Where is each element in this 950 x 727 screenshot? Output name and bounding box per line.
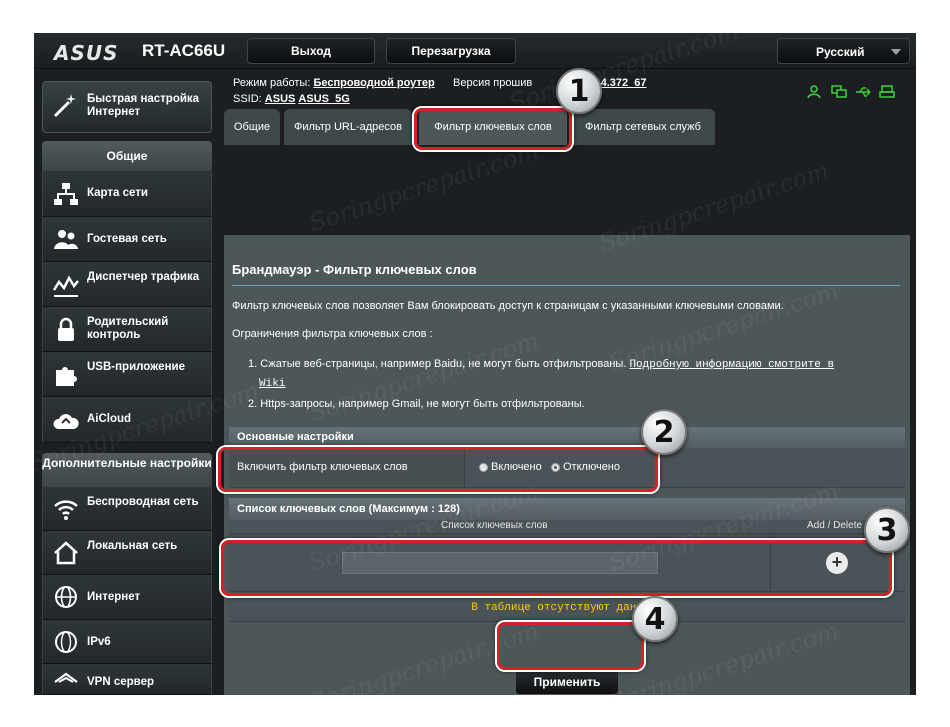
language-value: Русский <box>816 45 865 59</box>
mode-link[interactable]: Беспроводной роутер <box>313 77 434 89</box>
ssid-label: SSID: <box>233 93 262 105</box>
radio-on-indicator <box>479 462 488 472</box>
page-title: Брандмауэр - Фильтр ключевых слов <box>232 262 477 277</box>
sidebar-item-vpn-server[interactable]: VPN сервер <box>42 664 212 695</box>
column-divider <box>770 534 771 592</box>
tab-general[interactable]: Общие <box>224 109 280 145</box>
page-description: Фильтр ключевых слов позволяет Вам блоки… <box>232 300 784 312</box>
tab-keyword-filter[interactable]: Фильтр ключевых слов <box>419 109 567 145</box>
ipv6-globe-icon <box>53 629 79 655</box>
magic-wand-icon <box>51 92 79 120</box>
cloud-home-icon <box>53 407 79 433</box>
add-keyword-button[interactable]: + <box>826 552 848 574</box>
router-admin-window: ASUS RT-AC66U Выход Перезагрузка Русский… <box>34 33 916 695</box>
sidebar-item-label: Беспроводная сеть <box>87 496 199 508</box>
sidebar-item-ipv6[interactable]: IPv6 <box>42 620 212 664</box>
enable-label: Включить фильтр ключевых слов <box>237 461 408 473</box>
globe-icon <box>53 584 79 610</box>
sidebar-item-label: VPN сервер <box>87 676 154 688</box>
step-badge-4: 4 <box>632 596 678 642</box>
wiki-link[interactable]: Подробную информацию смотрите в <box>629 359 834 371</box>
home-icon <box>53 540 79 566</box>
status-icons <box>807 85 895 99</box>
network-map-icon <box>53 181 79 207</box>
clients-icon[interactable] <box>831 85 847 99</box>
user-icon[interactable] <box>807 85 823 99</box>
printer-icon[interactable] <box>879 85 895 99</box>
mode-label: Режим работы: <box>233 77 311 89</box>
radio-enabled-label: Включено <box>491 461 542 473</box>
radio-enabled[interactable]: Включено <box>479 461 542 473</box>
wifi-icon <box>53 496 79 522</box>
sidebar-item-label: Интернет <box>87 591 141 603</box>
sidebar-item-usb-app[interactable]: USB-приложение <box>42 352 212 397</box>
sidebar-item-aicloud[interactable]: AiCloud <box>42 397 212 443</box>
step-badge-2: 2 <box>641 409 687 455</box>
limit-item-1: 1. Сжатые веб-страницы, например Baidu, … <box>248 358 834 371</box>
watermark: Soringpcrepair.com <box>305 136 543 238</box>
limit-item-1-cont: Wiki <box>259 377 285 390</box>
radio-off-indicator <box>551 462 560 472</box>
logout-button[interactable]: Выход <box>247 38 375 64</box>
keyword-input[interactable] <box>342 552 658 574</box>
enable-label-cell: Включить фильтр ключевых слов <box>229 448 465 487</box>
sidebar-item-label: IPv6 <box>87 636 111 648</box>
firmware-label: Версия прошив <box>453 77 533 89</box>
sidebar-item-internet[interactable]: Интернет <box>42 575 212 620</box>
limit-item-2: 2. Https-запросы, например Gmail, не мог… <box>248 398 585 410</box>
sidebar-item-label: Локальная сеть <box>87 540 178 552</box>
content-panel: Брандмауэр - Фильтр ключевых слов Фильтр… <box>224 235 910 695</box>
top-header: ASUS RT-AC66U Выход Перезагрузка Русский <box>34 33 916 69</box>
title-divider <box>232 285 900 286</box>
sidebar-item-guest-network[interactable]: Гостевая сеть <box>42 217 212 262</box>
sidebar-general-header: Общие <box>42 141 212 171</box>
ssid-link-2[interactable]: ASUS_5G <box>298 93 349 105</box>
empty-table-row: В таблице отсутствуют данные. <box>229 592 905 622</box>
apply-button[interactable]: Применить <box>515 669 619 695</box>
language-select[interactable]: Русский <box>777 38 910 64</box>
usb-icon[interactable] <box>855 85 871 99</box>
basic-settings-header: Основные настройки <box>229 427 905 448</box>
limits-heading: Ограничения фильтра ключевых слов : <box>232 328 433 340</box>
enable-filter-row: Включить фильтр ключевых слов Включено О… <box>229 448 905 488</box>
step-badge-3: 3 <box>864 507 910 553</box>
chevron-down-icon <box>891 49 901 55</box>
quick-setup-label: Быстрая настройка Интернет <box>87 93 200 118</box>
sidebar-item-network-map[interactable]: Карта сети <box>42 171 212 217</box>
keyword-input-row: + <box>229 534 905 592</box>
traffic-graph-icon <box>52 272 79 298</box>
puzzle-icon <box>53 362 79 388</box>
sidebar-item-label: Диспетчер трафика <box>87 271 200 283</box>
sidebar-item-traffic-manager[interactable]: Диспетчер трафика <box>42 262 212 307</box>
sidebar-item-parental-control[interactable]: Родительский контроль <box>42 307 212 352</box>
keyword-list-header: Список ключевых слов (Максимум : 128) <box>229 498 905 520</box>
keyword-columns: Список ключевых слов Add / Delete <box>229 520 905 534</box>
sidebar-item-lan[interactable]: Локальная сеть <box>42 531 212 575</box>
empty-table-message: В таблице отсутствуют данные. <box>471 602 663 614</box>
limit-1-text: 1. Сжатые веб-страницы, например Baidu, … <box>248 358 627 370</box>
col-actions-label: Add / Delete <box>807 520 863 531</box>
quick-setup-button[interactable]: Быстрая настройка Интернет <box>42 81 212 133</box>
tab-url-filter[interactable]: Фильтр URL-адресов <box>284 109 412 145</box>
radio-disabled-label: Отключено <box>563 461 620 473</box>
guest-users-icon <box>53 227 79 253</box>
lock-icon <box>53 317 79 343</box>
asus-logo: ASUS <box>54 41 119 65</box>
ssid-link-1[interactable]: ASUS <box>265 93 296 105</box>
wiki-link-2[interactable]: Wiki <box>259 378 285 390</box>
model-name: RT-AC66U <box>142 41 226 60</box>
sidebar-item-label: Гостевая сеть <box>87 233 167 245</box>
radio-disabled[interactable]: Отключено <box>551 461 620 473</box>
vpn-icon <box>53 668 79 694</box>
col-keywords-label: Список ключевых слов <box>441 520 548 531</box>
tab-network-services-filter[interactable]: Фильтр сетевых служб <box>571 109 715 145</box>
sidebar-item-label: Родительский контроль <box>87 316 169 341</box>
reboot-button[interactable]: Перезагрузка <box>386 38 516 64</box>
step-badge-1: 1 <box>556 68 602 114</box>
sidebar-item-label: Карта сети <box>87 187 148 199</box>
sidebar-item-wireless[interactable]: Беспроводная сеть <box>42 487 212 531</box>
sidebar-item-label: USB-приложение <box>87 361 185 373</box>
sidebar-advanced-header: Дополнительные настройки <box>42 453 212 487</box>
sidebar-item-label: AiCloud <box>87 413 132 425</box>
